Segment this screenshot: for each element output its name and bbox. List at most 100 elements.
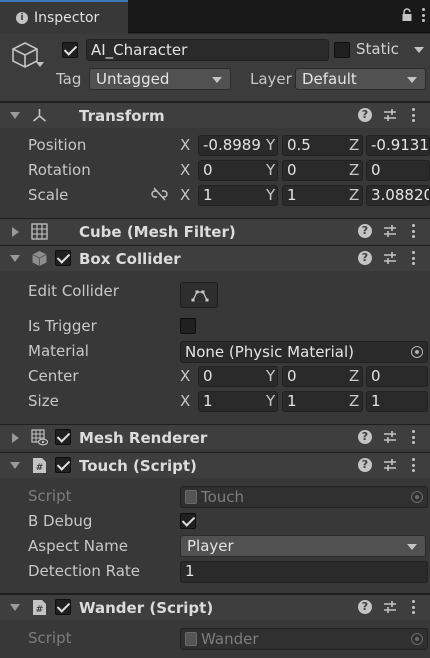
script-file-icon: [185, 490, 197, 504]
axis-x-label[interactable]: X: [180, 392, 190, 410]
svg-text:#: #: [36, 605, 44, 615]
help-icon[interactable]: ?: [358, 430, 372, 444]
active-checkbox[interactable]: [62, 42, 78, 58]
wander-script-header[interactable]: # Wander (Script) ?: [0, 594, 430, 620]
axis-z-label[interactable]: Z: [349, 136, 359, 154]
transform-title: Transform: [79, 107, 165, 125]
transform-header[interactable]: Transform ?: [0, 102, 430, 128]
help-icon[interactable]: ?: [358, 600, 372, 614]
tag-dropdown[interactable]: Untagged: [89, 68, 231, 90]
script-file-icon: [185, 632, 197, 646]
is-trigger-checkbox[interactable]: [180, 318, 196, 334]
mesh-renderer-title: Mesh Renderer: [79, 429, 208, 447]
constrain-proportions-icon[interactable]: [151, 187, 168, 201]
layer-dropdown[interactable]: Default: [295, 68, 426, 90]
component-menu-icon[interactable]: [412, 430, 416, 444]
axis-y-label[interactable]: Y: [266, 136, 275, 154]
axis-z-label[interactable]: Z: [349, 161, 359, 179]
component-menu-icon[interactable]: [412, 251, 416, 265]
component-menu-icon[interactable]: [412, 224, 416, 238]
material-field-value: None (Physic Material): [185, 343, 354, 361]
preset-icon[interactable]: [383, 458, 397, 472]
svg-text:#: #: [36, 463, 44, 473]
mesh-renderer-header[interactable]: Mesh Renderer ?: [0, 424, 430, 450]
script-file-icon: #: [33, 458, 46, 473]
wander-script-enabled-checkbox[interactable]: [55, 599, 71, 615]
aspect-name-value: Player: [187, 537, 234, 555]
box-collider-title: Box Collider: [79, 250, 181, 268]
edit-collider-button[interactable]: [180, 282, 218, 308]
component-menu-icon[interactable]: [412, 108, 416, 122]
center-z-field[interactable]: 0: [366, 366, 428, 387]
help-icon[interactable]: ?: [358, 108, 372, 122]
touch-script-label: Script: [28, 487, 72, 505]
inspector-panel: AI_Character Static Tag Untagged Layer D…: [0, 34, 430, 658]
preset-icon[interactable]: [383, 251, 397, 265]
axis-z-label[interactable]: Z: [349, 186, 359, 204]
scale-label: Scale: [28, 186, 69, 204]
lock-icon[interactable]: [402, 8, 412, 22]
static-checkbox[interactable]: [334, 42, 350, 58]
axis-y-label[interactable]: Y: [266, 367, 275, 385]
wander-script-title: Wander (Script): [79, 599, 214, 617]
preset-icon[interactable]: [383, 600, 397, 614]
chevron-down-icon: [212, 77, 222, 83]
inspector-tab[interactable]: i Inspector: [0, 0, 128, 34]
help-icon[interactable]: ?: [358, 458, 372, 472]
static-label: Static: [356, 40, 399, 58]
tag-dropdown-value: Untagged: [96, 70, 170, 88]
axis-z-label[interactable]: Z: [349, 367, 359, 385]
axis-y-label[interactable]: Y: [266, 392, 275, 410]
rotation-label: Rotation: [28, 161, 91, 179]
preset-icon[interactable]: [383, 430, 397, 444]
axis-z-label[interactable]: Z: [349, 392, 359, 410]
is-trigger-label: Is Trigger: [28, 317, 97, 335]
object-name-field[interactable]: AI_Character: [86, 39, 329, 61]
foldout-open-icon[interactable]: [10, 112, 20, 119]
axis-x-label[interactable]: X: [180, 367, 190, 385]
tab-menu-icon[interactable]: [422, 8, 426, 22]
component-menu-icon[interactable]: [412, 600, 416, 614]
help-icon[interactable]: ?: [358, 251, 372, 265]
help-icon[interactable]: ?: [358, 224, 372, 238]
object-picker-icon: [411, 491, 423, 503]
axis-x-label[interactable]: X: [180, 136, 190, 154]
position-label: Position: [28, 136, 87, 154]
tag-label: Tag: [56, 70, 82, 88]
foldout-open-icon[interactable]: [10, 255, 20, 262]
mesh-filter-header[interactable]: Cube (Mesh Filter) ?: [0, 218, 430, 244]
inspector-tab-label: Inspector: [34, 10, 100, 26]
material-field[interactable]: None (Physic Material): [180, 341, 428, 363]
aspect-name-dropdown[interactable]: Player: [180, 535, 426, 557]
box-collider-header[interactable]: Box Collider ?: [0, 245, 430, 271]
mesh-grid-icon: [31, 223, 48, 240]
touch-script-enabled-checkbox[interactable]: [55, 457, 71, 473]
mesh-renderer-enabled-checkbox[interactable]: [55, 429, 71, 445]
foldout-open-icon[interactable]: [10, 604, 20, 611]
object-picker-icon[interactable]: [411, 346, 423, 358]
touch-script-header[interactable]: # Touch (Script) ?: [0, 452, 430, 478]
b-debug-checkbox[interactable]: [180, 513, 196, 529]
size-label: Size: [28, 392, 59, 410]
icon-dropdown-arrow[interactable]: [36, 62, 44, 67]
box-collider-enabled-checkbox[interactable]: [55, 250, 71, 266]
detection-rate-field[interactable]: 1: [180, 561, 428, 583]
axis-x-label[interactable]: X: [180, 186, 190, 204]
preset-icon[interactable]: [383, 108, 397, 122]
position-z-field[interactable]: -0.9131: [366, 135, 430, 156]
axis-y-label[interactable]: Y: [266, 186, 275, 204]
axis-x-label[interactable]: X: [180, 161, 190, 179]
scale-z-field[interactable]: 3.08820: [366, 185, 430, 206]
foldout-open-icon[interactable]: [10, 462, 20, 469]
size-z-field[interactable]: 1: [366, 391, 428, 412]
static-dropdown-arrow[interactable]: [414, 47, 424, 53]
preset-icon[interactable]: [383, 224, 397, 238]
foldout-closed-icon[interactable]: [12, 433, 19, 443]
component-menu-icon[interactable]: [412, 458, 416, 472]
box-collider-icon: [32, 251, 47, 266]
axis-y-label[interactable]: Y: [266, 161, 275, 179]
foldout-closed-icon[interactable]: [12, 227, 19, 237]
rotation-z-field[interactable]: 0: [366, 160, 430, 181]
touch-script-field: Touch: [180, 486, 428, 508]
inspector-tabbar: i Inspector: [0, 0, 430, 34]
